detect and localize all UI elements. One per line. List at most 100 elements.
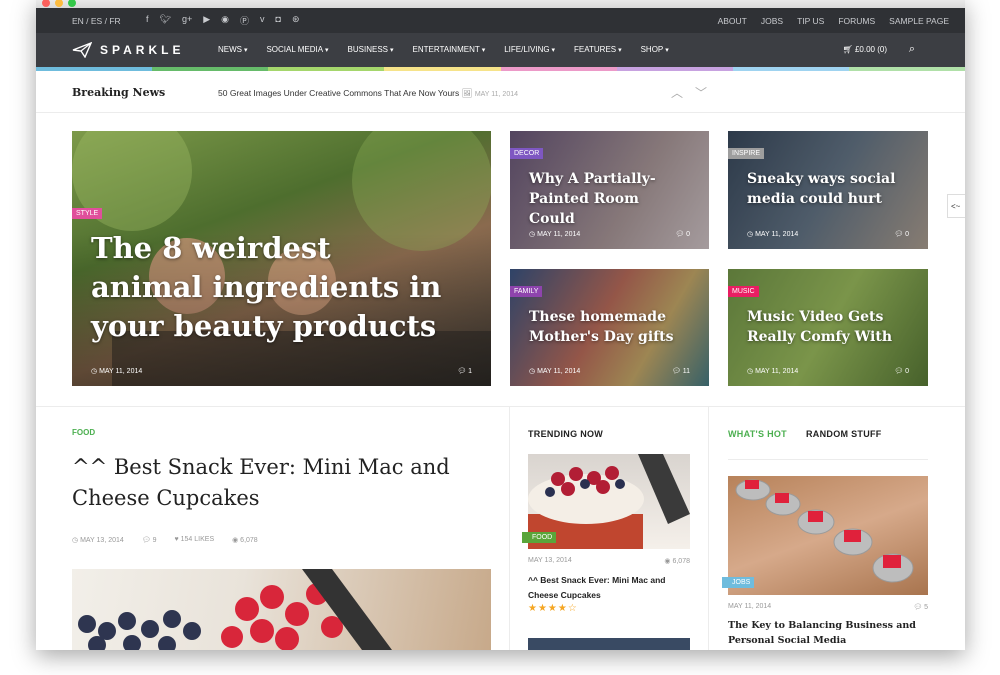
tab-random-stuff[interactable]: RANDOM STUFF bbox=[806, 429, 882, 439]
article-date-text: MAY 11, 2014 bbox=[537, 231, 581, 238]
vimeo-icon[interactable]: v bbox=[260, 14, 265, 27]
post-views-text: 6,078 bbox=[240, 537, 258, 544]
article-title[interactable]: These homemade Mother's Day gifts bbox=[529, 307, 679, 347]
tab-underline bbox=[728, 459, 928, 460]
article-date-text: MAY 11, 2014 bbox=[99, 368, 143, 375]
nav-item-entertainment[interactable]: ENTERTAINMENT bbox=[412, 45, 485, 54]
article-card[interactable]: MUSIC Music Video Gets Really Comfy With… bbox=[728, 269, 928, 386]
trending-image-2[interactable] bbox=[528, 638, 690, 650]
featured-article-title[interactable]: The 8 weirdest animal ingredients in you… bbox=[91, 229, 451, 346]
paper-plane-icon bbox=[72, 42, 92, 58]
trending-views-text: 6,078 bbox=[672, 558, 690, 565]
post-date-text: MAY 13, 2014 bbox=[80, 537, 124, 544]
category-tag[interactable]: INSPIRE bbox=[728, 148, 765, 159]
main-navigation: SPARKLE NEWS SOCIAL MEDIA BUSINESS ENTER… bbox=[36, 33, 965, 67]
top-link-forums[interactable]: FORUMS bbox=[838, 16, 875, 26]
comment-count-text: 0 bbox=[686, 231, 690, 238]
tab-whats-hot[interactable]: WHAT'S HOT bbox=[728, 429, 787, 439]
nav-item-features[interactable]: FEATURES bbox=[574, 45, 622, 54]
article-title[interactable]: Why A Partially-Painted Room Could bbox=[529, 169, 679, 229]
comment-count[interactable]: 💬︎ 0 bbox=[675, 230, 690, 238]
comment-count[interactable]: 💬︎ 1 bbox=[457, 367, 472, 375]
whats-hot-title[interactable]: The Key to Balancing Business and Person… bbox=[728, 618, 928, 648]
comment-count-text: 11 bbox=[682, 368, 690, 375]
chevron-down-icon[interactable]: ﹀ bbox=[695, 84, 707, 101]
pinterest-icon[interactable]: Ⓟ bbox=[240, 14, 249, 27]
googleplus-icon[interactable]: g+ bbox=[182, 14, 192, 27]
youtube-icon[interactable]: ▶ bbox=[203, 14, 210, 27]
article-title[interactable]: Sneaky ways social media could hurt bbox=[747, 169, 897, 209]
whats-hot-image[interactable] bbox=[728, 476, 928, 595]
nav-item-shop[interactable]: SHOP bbox=[641, 45, 669, 54]
chevron-up-icon[interactable]: ︿ bbox=[671, 84, 683, 101]
nav-item-news[interactable]: NEWS bbox=[218, 45, 247, 54]
side-panel-toggle[interactable]: <~ bbox=[947, 194, 965, 218]
comment-count-text: 0 bbox=[905, 368, 909, 375]
nav-item-social-media[interactable]: SOCIAL MEDIA bbox=[266, 45, 328, 54]
minimize-window-button[interactable] bbox=[55, 0, 63, 7]
image-icon: 🖼︎ bbox=[461, 88, 473, 98]
article-date: ◷ MAY 11, 2014 bbox=[529, 368, 581, 375]
maximize-window-button[interactable] bbox=[68, 0, 76, 7]
trending-date: MAY 13, 2014 bbox=[528, 557, 572, 564]
post-title[interactable]: ^^ Best Snack Ever: Mini Mac and Cheese … bbox=[72, 452, 472, 514]
article-card[interactable]: INSPIRE Sneaky ways social media could h… bbox=[728, 131, 928, 249]
category-tag[interactable]: MUSIC bbox=[728, 286, 759, 297]
comment-count[interactable]: 💬︎ 0 bbox=[894, 367, 909, 375]
whats-hot-category-tag[interactable]: JOBS bbox=[722, 577, 755, 588]
instagram-icon[interactable]: ◘ bbox=[276, 14, 281, 27]
article-card[interactable]: DECOR Why A Partially-Painted Room Could… bbox=[510, 131, 709, 249]
top-link-sample-page[interactable]: SAMPLE PAGE bbox=[889, 16, 949, 26]
site-logo[interactable]: SPARKLE bbox=[72, 42, 184, 58]
article-title[interactable]: Music Video Gets Really Comfy With bbox=[747, 307, 897, 347]
article-date-text: MAY 11, 2014 bbox=[755, 231, 799, 238]
article-date-text: MAY 11, 2014 bbox=[755, 368, 799, 375]
breaking-news-bar: Breaking News 50 Great Images Under Crea… bbox=[36, 71, 965, 113]
trending-title[interactable]: ^^ Best Snack Ever: Mini Mac and Cheese … bbox=[528, 573, 690, 603]
nav-item-life-living[interactable]: LIFE/LIVING bbox=[504, 45, 555, 54]
category-tag[interactable]: FAMILY bbox=[510, 286, 543, 297]
dribbble-icon[interactable]: ⊛ bbox=[292, 14, 300, 27]
article-date: ◷ MAY 11, 2014 bbox=[747, 368, 799, 375]
trending-meta: MAY 13, 2014 ◉ 6,078 bbox=[528, 557, 690, 565]
breaking-news-label: Breaking News bbox=[72, 86, 166, 99]
breaking-news-date: MAY 11, 2014 bbox=[474, 91, 519, 98]
cart-icon: 🛒︎ bbox=[842, 45, 853, 54]
post-comments[interactable]: 💬︎ 9 bbox=[142, 536, 157, 544]
language-switcher[interactable]: EN / ES / FR bbox=[72, 16, 121, 26]
column-divider bbox=[509, 406, 510, 650]
close-window-button[interactable] bbox=[42, 0, 50, 7]
social-links: f 🐦︎ g+ ▶ ◉ Ⓟ v ◘ ⊛ bbox=[146, 14, 300, 27]
post-date: ◷ MAY 13, 2014 bbox=[72, 537, 124, 544]
breaking-news-headline[interactable]: 50 Great Images Under Creative Commons T… bbox=[218, 88, 518, 99]
post-likes[interactable]: ♥ 154 LIKES bbox=[175, 536, 215, 544]
twitter-icon[interactable]: 🐦︎ bbox=[160, 14, 171, 27]
whats-hot-comments-text: 5 bbox=[924, 604, 928, 611]
category-tag[interactable]: STYLE bbox=[72, 208, 103, 219]
post-category[interactable]: FOOD bbox=[72, 428, 95, 437]
nav-item-business[interactable]: BUSINESS bbox=[348, 45, 394, 54]
post-comments-text: 9 bbox=[152, 537, 157, 544]
top-link-about[interactable]: ABOUT bbox=[718, 16, 747, 26]
cart-button[interactable]: 🛒︎ £0.00 (0) bbox=[843, 45, 887, 54]
trending-category-tag[interactable]: FOOD bbox=[522, 532, 557, 543]
comment-count[interactable]: 💬︎ 0 bbox=[894, 230, 909, 238]
article-date: ◷ MAY 11, 2014 bbox=[529, 231, 581, 238]
whats-hot-comments[interactable]: 💬︎ 5 bbox=[913, 603, 928, 611]
featured-article-card[interactable]: STYLE The 8 weirdest animal ingredients … bbox=[72, 131, 491, 386]
top-link-tip-us[interactable]: TIP US bbox=[797, 16, 824, 26]
post-image[interactable] bbox=[72, 569, 491, 650]
facebook-icon[interactable]: f bbox=[146, 14, 149, 27]
article-date: ◷ MAY 11, 2014 bbox=[91, 368, 143, 375]
search-icon[interactable]: ⌕ bbox=[909, 43, 915, 56]
category-tag[interactable]: DECOR bbox=[510, 148, 544, 159]
trending-views: ◉ 6,078 bbox=[664, 558, 690, 565]
rss-icon[interactable]: ◉ bbox=[221, 14, 229, 27]
top-link-jobs[interactable]: JOBS bbox=[761, 16, 783, 26]
trending-heading: TRENDING NOW bbox=[528, 429, 604, 439]
comment-count[interactable]: 💬︎ 11 bbox=[672, 367, 690, 375]
top-links: ABOUT JOBS TIP US FORUMS SAMPLE PAGE bbox=[718, 16, 949, 26]
article-date-text: MAY 11, 2014 bbox=[537, 368, 581, 375]
article-card[interactable]: FAMILY These homemade Mother's Day gifts… bbox=[510, 269, 709, 386]
rating-stars: ★★★★☆ bbox=[528, 603, 578, 614]
